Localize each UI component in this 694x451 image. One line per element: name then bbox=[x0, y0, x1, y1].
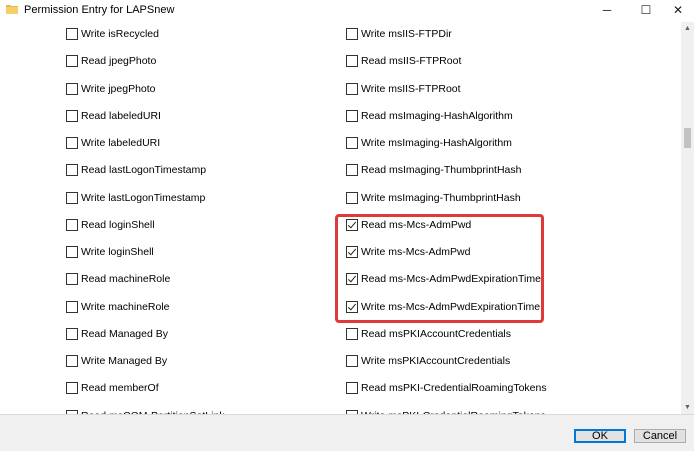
checkbox[interactable] bbox=[66, 300, 78, 313]
scroll-up-arrow-icon[interactable]: ▲ bbox=[681, 22, 694, 35]
permission-label: Read machineRole bbox=[81, 273, 171, 286]
permission-label: Read msPKI-CredentialRoamingTokens bbox=[361, 382, 547, 395]
scrollbar-thumb[interactable] bbox=[684, 128, 691, 148]
checkbox[interactable] bbox=[66, 355, 78, 367]
checkbox-checked[interactable] bbox=[346, 273, 358, 286]
permission-row[interactable]: Read msPKI-CredentialRoamingTokens bbox=[346, 381, 547, 395]
checkbox[interactable] bbox=[66, 164, 78, 177]
permission-label: Read ms-Mcs-AdmPwdExpirationTime bbox=[361, 273, 541, 286]
window-title: Permission Entry for LAPSnew bbox=[24, 4, 175, 16]
permission-row[interactable]: Write jpegPhoto bbox=[66, 82, 156, 96]
vertical-scrollbar[interactable]: ▲ ▼ bbox=[681, 22, 694, 414]
permission-label: Read msPKIAccountCredentials bbox=[361, 327, 511, 340]
permission-row[interactable]: Read jpegPhoto bbox=[66, 54, 156, 68]
permission-row[interactable]: Write machineRole bbox=[66, 300, 170, 314]
permission-row[interactable]: Read memberOf bbox=[66, 381, 159, 395]
permission-label: Write lastLogonTimestamp bbox=[81, 191, 206, 204]
permission-row[interactable]: Write ms-Mcs-AdmPwdExpirationTime bbox=[346, 300, 540, 314]
checkbox[interactable] bbox=[66, 109, 78, 122]
permission-label: Write machineRole bbox=[81, 300, 170, 313]
checkbox[interactable] bbox=[66, 28, 78, 40]
permission-row[interactable]: Write msImaging-HashAlgorithm bbox=[346, 136, 512, 150]
permission-row[interactable]: Write msImaging-ThumbprintHash bbox=[346, 191, 521, 205]
permission-label: Write msPKIAccountCredentials bbox=[361, 355, 511, 367]
scroll-down-arrow-icon[interactable]: ▼ bbox=[681, 401, 694, 414]
cancel-button[interactable]: Cancel bbox=[634, 429, 686, 443]
permission-row[interactable]: Read msIIS-FTPRoot bbox=[346, 54, 461, 68]
permission-row[interactable]: Read ms-Mcs-AdmPwdExpirationTime bbox=[346, 272, 541, 286]
permission-row[interactable]: Read msImaging-ThumbprintHash bbox=[346, 163, 521, 177]
permission-label: Write Managed By bbox=[81, 355, 168, 367]
permission-row[interactable]: Write lastLogonTimestamp bbox=[66, 191, 205, 205]
permission-label: Write msIIS-FTPRoot bbox=[361, 82, 461, 95]
permission-row[interactable]: Read msPKIAccountCredentials bbox=[346, 327, 511, 341]
permission-label: Read memberOf bbox=[81, 382, 159, 395]
permission-label: Read ms-Mcs-AdmPwd bbox=[361, 218, 472, 231]
ok-button[interactable]: OK bbox=[574, 429, 626, 443]
permission-label: Write msImaging-HashAlgorithm bbox=[361, 137, 512, 149]
checkbox[interactable] bbox=[66, 273, 78, 286]
permission-row[interactable]: Write Managed By bbox=[66, 354, 167, 368]
checkbox[interactable] bbox=[66, 191, 78, 204]
permission-label: Read lastLogonTimestamp bbox=[81, 164, 207, 177]
permission-label: Read labeledURI bbox=[81, 109, 161, 122]
checkbox[interactable] bbox=[346, 55, 358, 68]
checkbox[interactable] bbox=[66, 246, 78, 258]
permission-row[interactable]: Write isRecycled bbox=[66, 27, 159, 41]
permission-label: Read loginShell bbox=[81, 218, 155, 231]
checkbox[interactable] bbox=[346, 82, 358, 95]
checkbox[interactable] bbox=[346, 137, 358, 149]
permission-row[interactable]: Read labeledURI bbox=[66, 109, 161, 123]
permission-label: Read Managed By bbox=[81, 327, 168, 340]
permission-label: Write msIIS-FTPDir bbox=[361, 28, 452, 40]
permission-label: Read msImaging-ThumbprintHash bbox=[361, 164, 522, 177]
permission-row[interactable]: Read loginShell bbox=[66, 218, 155, 232]
permission-row[interactable]: Write labeledURI bbox=[66, 136, 160, 150]
permission-label: Write labeledURI bbox=[81, 137, 161, 149]
checkbox[interactable] bbox=[66, 218, 78, 231]
permission-row[interactable]: Write loginShell bbox=[66, 245, 154, 259]
permission-row[interactable]: Write msIIS-FTPDir bbox=[346, 27, 452, 41]
permission-row[interactable]: Write msPKIAccountCredentials bbox=[346, 354, 510, 368]
permission-row[interactable]: Read Managed By bbox=[66, 327, 168, 341]
permission-label: Write loginShell bbox=[81, 246, 154, 258]
checkbox[interactable] bbox=[346, 164, 358, 177]
checkbox[interactable] bbox=[66, 382, 78, 395]
checkbox[interactable] bbox=[346, 327, 358, 340]
checkbox[interactable] bbox=[346, 109, 358, 122]
permission-row[interactable]: Write ms-Mcs-AdmPwd bbox=[346, 245, 470, 259]
permission-row[interactable]: Read machineRole bbox=[66, 272, 170, 286]
checkbox-checked[interactable] bbox=[346, 218, 358, 231]
checkbox-checked[interactable] bbox=[346, 246, 358, 258]
checkbox[interactable] bbox=[346, 355, 358, 367]
permission-label: Write ms-Mcs-AdmPwd bbox=[361, 246, 471, 258]
checkbox[interactable] bbox=[346, 28, 358, 40]
permission-label: Write isRecycled bbox=[81, 28, 159, 40]
permission-row[interactable]: Read msImaging-HashAlgorithm bbox=[346, 109, 513, 123]
permission-row[interactable]: Read lastLogonTimestamp bbox=[66, 163, 206, 177]
permission-label: Read msIIS-FTPRoot bbox=[361, 55, 462, 68]
permission-row[interactable]: Write msIIS-FTPRoot bbox=[346, 82, 461, 96]
permission-row[interactable]: Read ms-Mcs-AdmPwd bbox=[346, 218, 471, 232]
minimize-button[interactable]: ─ bbox=[588, 0, 626, 20]
permission-label: Write jpegPhoto bbox=[81, 82, 156, 95]
permission-label: Write ms-Mcs-AdmPwdExpirationTime bbox=[361, 300, 541, 313]
permissions-list: Write isRecycled Read jpegPhoto Write jpeg… bbox=[0, 22, 681, 414]
permission-label: Write msImaging-ThumbprintHash bbox=[361, 191, 521, 204]
title-bar: Permission Entry for LAPSnew ─ ☐ ✕ bbox=[0, 0, 694, 20]
checkbox[interactable] bbox=[66, 137, 78, 149]
checkbox-checked[interactable] bbox=[346, 300, 358, 313]
permission-label: Read jpegPhoto bbox=[81, 55, 157, 68]
checkbox[interactable] bbox=[66, 327, 78, 340]
checkbox[interactable] bbox=[346, 382, 358, 395]
permission-label: Read msImaging-HashAlgorithm bbox=[361, 109, 513, 122]
folder-icon bbox=[6, 4, 18, 14]
checkbox[interactable] bbox=[346, 191, 358, 204]
close-button[interactable]: ✕ bbox=[659, 0, 694, 20]
dialog-footer: OK Cancel bbox=[0, 414, 694, 451]
checkbox[interactable] bbox=[66, 55, 78, 68]
checkbox[interactable] bbox=[66, 82, 78, 95]
